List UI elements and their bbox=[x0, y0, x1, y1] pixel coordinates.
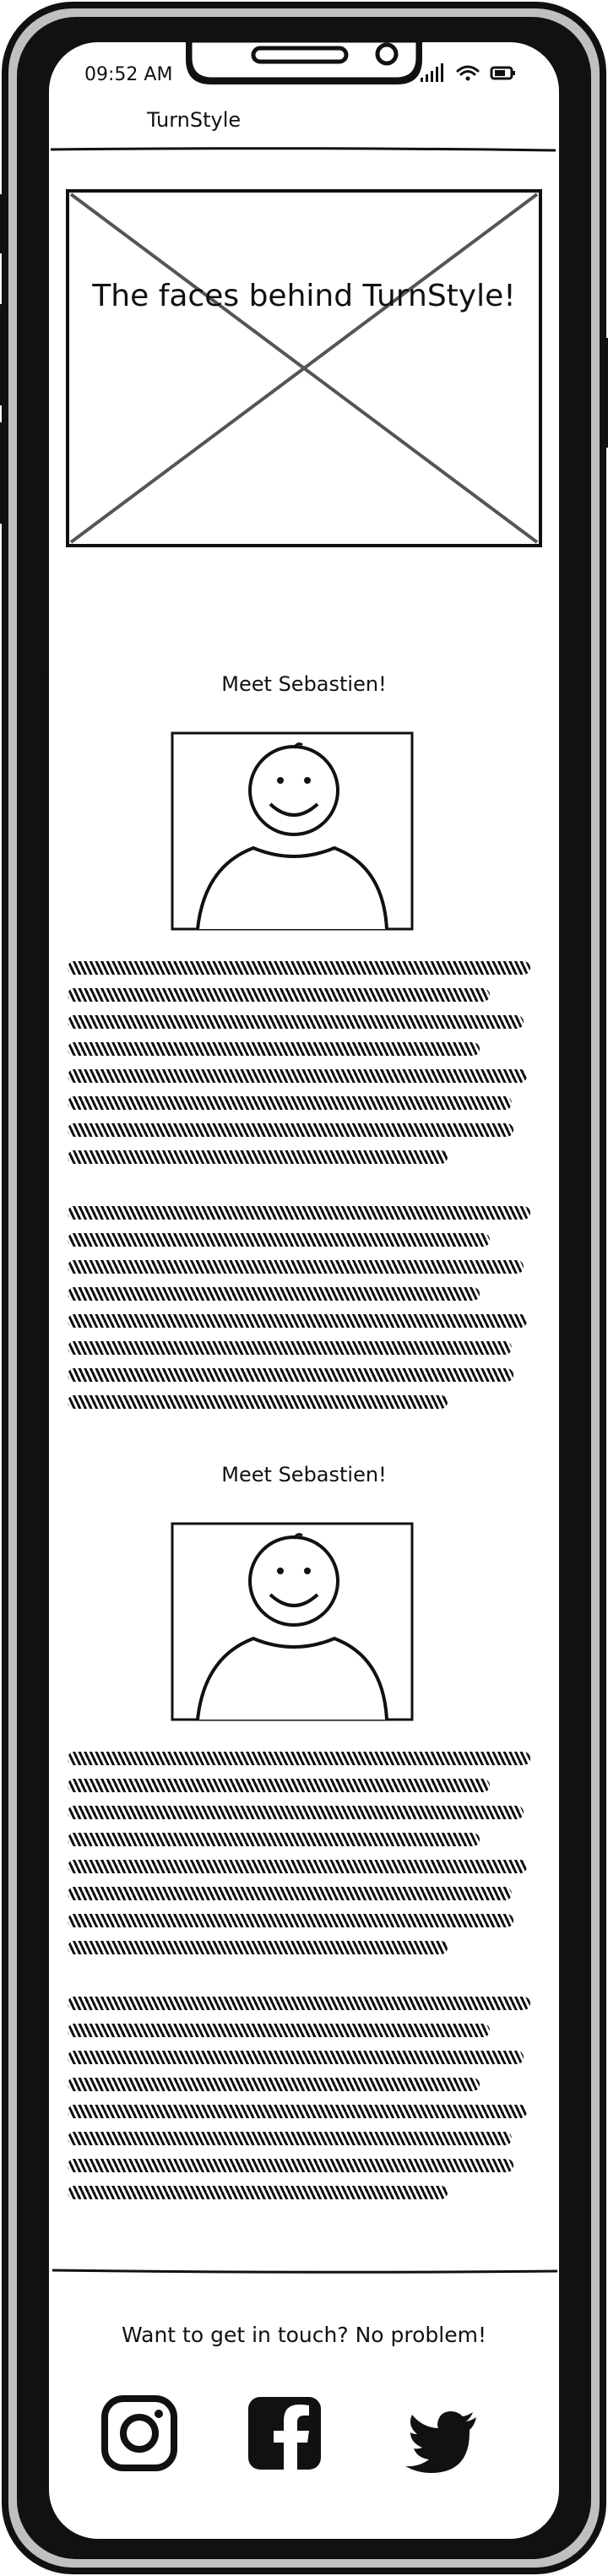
profile-heading: Meet Sebastien! bbox=[221, 672, 387, 696]
text-line-scribble bbox=[68, 1206, 530, 1220]
text-line-scribble bbox=[68, 961, 530, 975]
text-line-scribble bbox=[68, 2186, 448, 2199]
text-line-scribble bbox=[68, 2024, 490, 2037]
text-line-scribble bbox=[68, 1150, 448, 1164]
text-line-scribble bbox=[68, 1015, 524, 1029]
contact-text: Want to get in touch? No problem! bbox=[122, 2323, 486, 2347]
text-line-scribble bbox=[68, 1042, 480, 1056]
facebook-icon[interactable] bbox=[247, 2395, 323, 2471]
text-line-scribble bbox=[68, 2051, 524, 2064]
text-line-scribble bbox=[68, 2132, 512, 2145]
hero-title: The faces behind TurnStyle! bbox=[92, 279, 516, 313]
text-line-scribble bbox=[68, 1887, 512, 1900]
instagram-icon[interactable] bbox=[101, 2395, 177, 2471]
text-line-scribble bbox=[68, 1260, 524, 1274]
text-line-scribble bbox=[68, 1752, 530, 1765]
profile-heading: Meet Sebastien! bbox=[221, 1463, 387, 1486]
text-line-scribble bbox=[68, 988, 490, 1002]
header-divider bbox=[51, 147, 556, 152]
profile-avatar bbox=[171, 731, 414, 931]
app-title[interactable]: TurnStyle bbox=[147, 108, 241, 132]
text-line-scribble bbox=[68, 1914, 513, 1927]
text-line-scribble bbox=[68, 2078, 480, 2091]
text-line-scribble bbox=[68, 1779, 490, 1792]
text-line-scribble bbox=[68, 1314, 527, 1328]
text-line-scribble bbox=[68, 1395, 448, 1409]
status-time: 09:52 AM bbox=[84, 64, 173, 85]
text-line-scribble bbox=[68, 1860, 527, 1873]
text-line-scribble bbox=[68, 2159, 513, 2172]
wifi-icon bbox=[456, 65, 480, 81]
text-line-scribble bbox=[68, 2105, 527, 2118]
hero-image-placeholder bbox=[66, 189, 542, 547]
text-line-scribble bbox=[68, 1287, 480, 1301]
text-line-scribble bbox=[68, 1233, 490, 1247]
text-line-scribble bbox=[68, 1833, 480, 1846]
status-icons bbox=[421, 63, 515, 82]
text-line-scribble bbox=[68, 1941, 448, 1954]
text-line-scribble bbox=[68, 1096, 512, 1110]
text-line-scribble bbox=[68, 1368, 513, 1382]
text-line-scribble bbox=[68, 1806, 524, 1819]
text-line-scribble bbox=[68, 1069, 527, 1083]
battery-icon bbox=[490, 66, 515, 80]
twitter-icon[interactable] bbox=[404, 2404, 480, 2480]
text-line-scribble bbox=[68, 1123, 513, 1137]
footer-divider bbox=[52, 2269, 558, 2274]
text-line-scribble bbox=[68, 1341, 512, 1355]
profile-avatar bbox=[171, 1522, 414, 1721]
text-line-scribble bbox=[68, 1997, 530, 2010]
cellular-signal-icon bbox=[421, 63, 443, 82]
